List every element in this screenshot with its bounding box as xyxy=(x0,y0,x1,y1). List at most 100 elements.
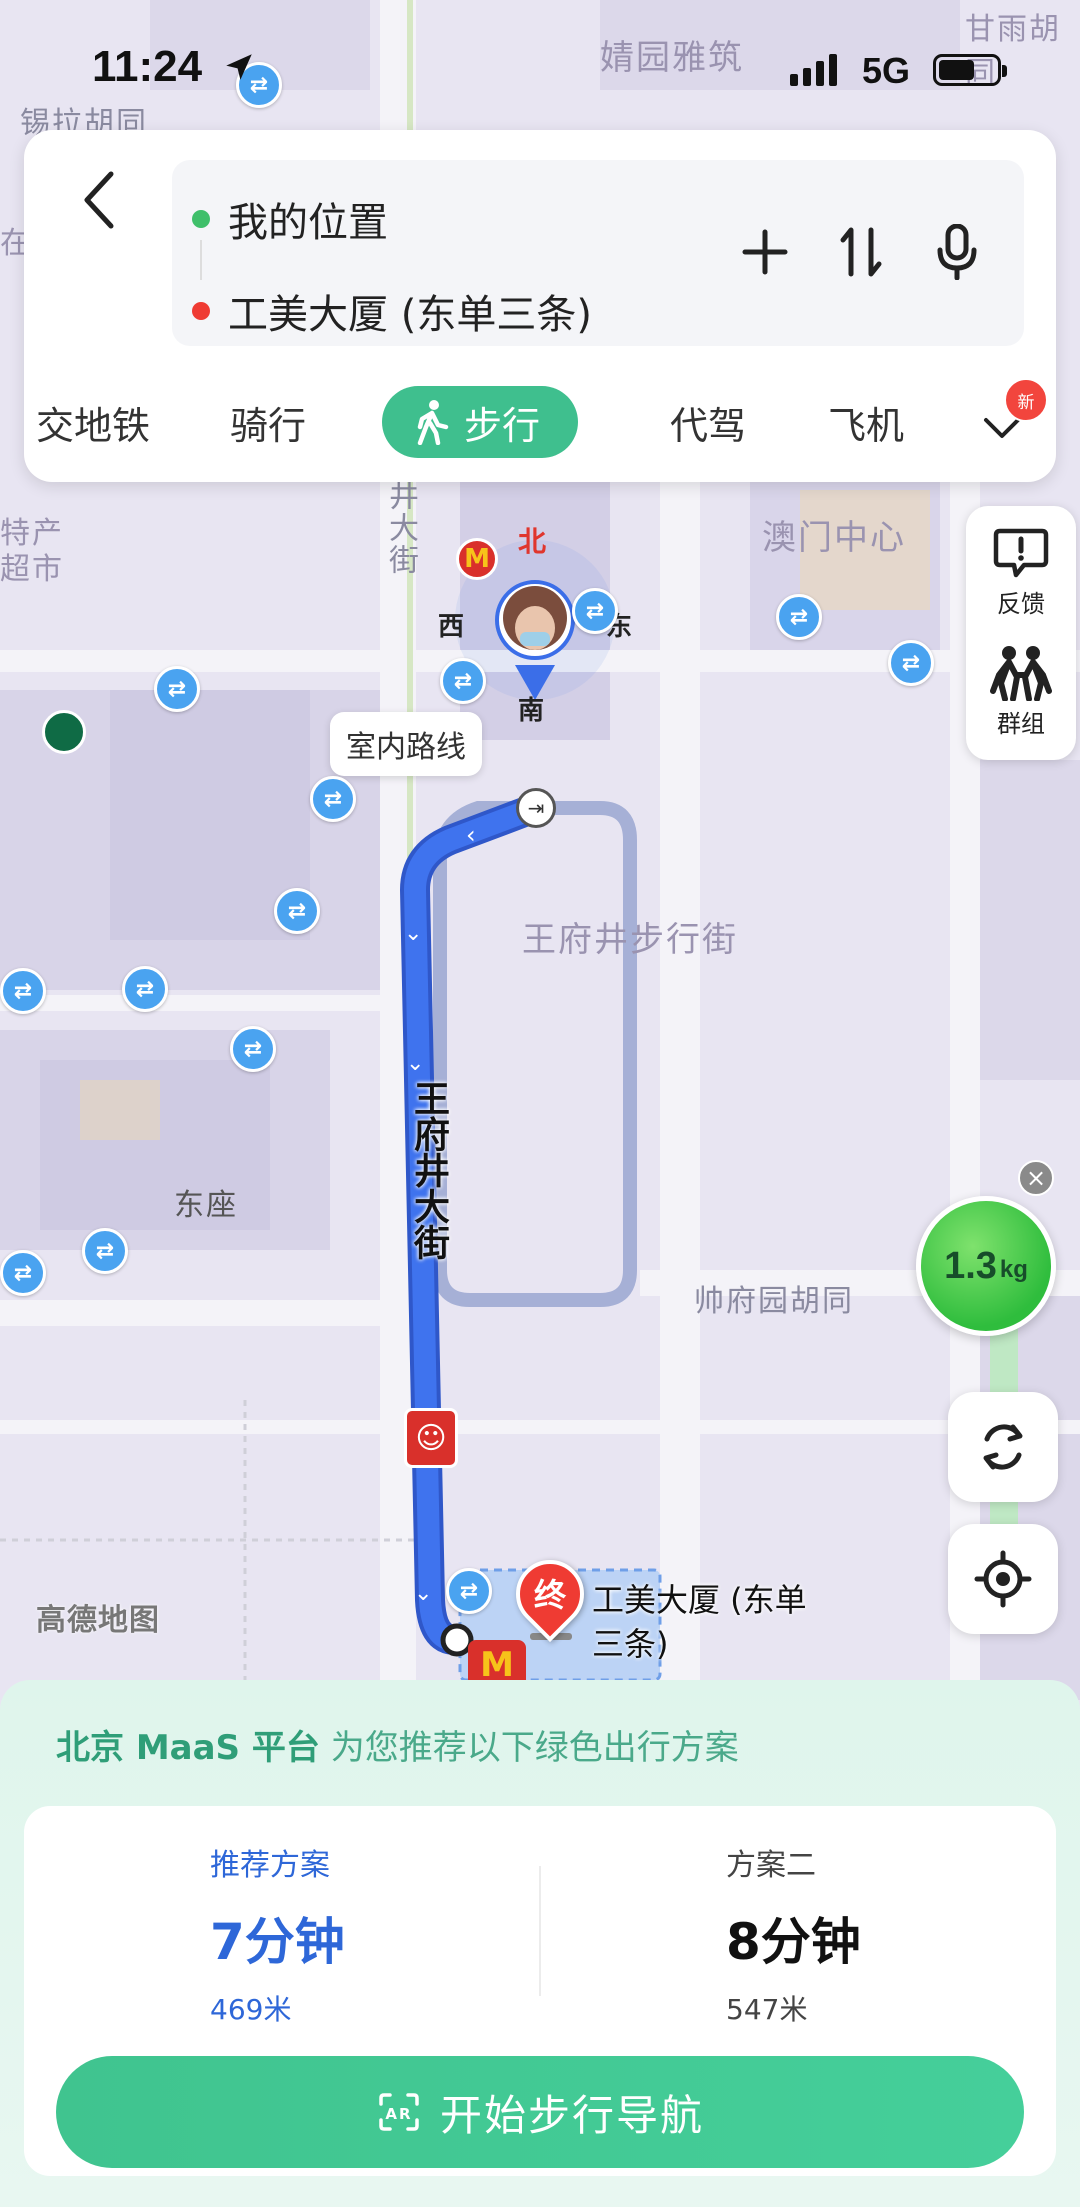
transit-icon[interactable]: ⇄ xyxy=(776,594,822,640)
carbon-saving-badge[interactable]: 1.3 kg xyxy=(916,1196,1056,1336)
transit-icon[interactable]: ⇄ xyxy=(230,1026,276,1072)
transit-icon[interactable]: ⇄ xyxy=(446,1568,492,1614)
carbon-close-button[interactable]: × xyxy=(1018,1160,1054,1196)
transit-icon[interactable]: ⇄ xyxy=(274,888,320,934)
back-button[interactable] xyxy=(64,160,134,240)
destination-map-label: 工美大厦 (东单三条) xyxy=(592,1581,807,1663)
route-inputs: 我的位置 工美大厦 (东单三条) xyxy=(172,160,1024,346)
transit-icon[interactable]: ⇄ xyxy=(310,776,356,822)
transit-icon[interactable]: ⇄ xyxy=(572,588,618,634)
status-bar: 11:24 5G xyxy=(0,0,1080,130)
map-label-dongzuo: 东座 xyxy=(174,1188,238,1223)
locate-me-button[interactable] xyxy=(948,1524,1058,1634)
walking-icon xyxy=(417,400,449,445)
feedback-icon xyxy=(993,528,1049,578)
map-brand-logo: 高德地图 xyxy=(36,1603,160,1638)
maas-text: 为您推荐以下绿色出行方案 xyxy=(330,1728,739,1768)
group-button[interactable]: 群组 xyxy=(966,642,1076,739)
tab-cycling[interactable]: 骑行 xyxy=(230,386,306,458)
map-side-tools: 反馈 群组 xyxy=(966,506,1076,760)
map-label-macau-center: 澳门中心 xyxy=(762,518,906,558)
maas-brand: 北京 MaaS 平台 xyxy=(56,1728,320,1768)
plan-divider xyxy=(539,1866,541,1996)
microphone-icon xyxy=(937,224,977,280)
svg-text:AR: AR xyxy=(385,2105,412,2123)
signal-icon xyxy=(790,52,837,86)
maas-banner[interactable]: 北京 MaaS 平台 为您推荐以下绿色出行方案 xyxy=(56,1720,739,1769)
travel-mode-tabs: 交地铁 骑行 步行 代驾 飞机 新 xyxy=(24,376,1056,466)
indoor-route-tag[interactable]: 室内路线 xyxy=(330,712,482,776)
transit-icon[interactable]: ⇄ xyxy=(0,1250,46,1296)
tab-walking-label: 步行 xyxy=(464,403,541,448)
location-arrow-icon xyxy=(226,54,252,80)
transit-icon[interactable]: ⇄ xyxy=(122,966,168,1012)
status-time: 11:24 xyxy=(92,42,203,91)
carbon-unit: kg xyxy=(999,1256,1028,1283)
mcdonalds-icon[interactable]: M xyxy=(456,538,498,580)
indoor-entrance-icon: ⇥ xyxy=(516,788,556,828)
kfc-icon[interactable]: ☺ xyxy=(404,1408,458,1468)
group-icon xyxy=(990,646,1052,701)
starbucks-icon[interactable] xyxy=(42,710,86,754)
compass-south: 南 xyxy=(518,696,545,726)
refresh-route-button[interactable] xyxy=(948,1392,1058,1502)
destination-text: 工美大厦 (东单三条) xyxy=(228,292,592,338)
route-connector xyxy=(200,240,202,280)
origin-dot-icon xyxy=(192,210,210,228)
route-search-card: 我的位置 工美大厦 (东单三条) 交地铁 骑行 步行 代驾 飞机 新 xyxy=(24,130,1056,482)
plus-icon xyxy=(742,229,788,275)
svg-text:⌄: ⌄ xyxy=(406,1051,424,1076)
plan-name: 方案二 xyxy=(726,1848,816,1883)
route-actions xyxy=(738,222,984,282)
svg-text:⌄: ⌄ xyxy=(404,921,422,946)
network-type: 5G xyxy=(862,50,911,91)
plan-duration: 8分钟 xyxy=(726,1913,861,1971)
group-label: 群组 xyxy=(997,710,1045,738)
origin-text: 我的位置 xyxy=(228,200,388,246)
compass-west: 西 xyxy=(438,612,465,642)
map-label-edge-3: 超市 xyxy=(0,552,64,587)
locate-icon xyxy=(974,1550,1032,1608)
carbon-value: 1.3 xyxy=(944,1244,997,1287)
tab-walking[interactable]: 步行 xyxy=(382,386,579,458)
compass-north: 北 xyxy=(518,525,547,558)
add-stop-button[interactable] xyxy=(738,222,792,282)
swap-icon xyxy=(840,227,882,277)
map-label-pedestrian-street: 王府井步行街 xyxy=(522,920,738,960)
feedback-label: 反馈 xyxy=(997,590,1045,618)
origin-field[interactable]: 我的位置 xyxy=(192,190,388,248)
transit-icon[interactable]: ⇄ xyxy=(0,968,46,1014)
plan-option-recommended[interactable]: 推荐方案 7分钟 469米 xyxy=(210,1840,345,2028)
feedback-button[interactable]: 反馈 xyxy=(966,522,1076,619)
tab-designated-driver[interactable]: 代驾 xyxy=(670,386,746,458)
transit-icon[interactable]: ⇄ xyxy=(82,1228,128,1274)
ar-icon: AR xyxy=(376,2091,422,2133)
transit-icon[interactable]: ⇄ xyxy=(154,666,200,712)
transit-icon[interactable]: ⇄ xyxy=(440,658,486,704)
plan-distance: 547米 xyxy=(726,1993,808,2026)
start-button-label: 开始步行导航 xyxy=(439,2090,704,2140)
route-plan-panel: 北京 MaaS 平台 为您推荐以下绿色出行方案 推荐方案 7分钟 469米 方案… xyxy=(0,1680,1080,2207)
more-modes-button[interactable]: 新 xyxy=(974,378,1048,456)
voice-button[interactable] xyxy=(930,222,984,282)
swap-button[interactable] xyxy=(834,222,888,282)
new-badge: 新 xyxy=(1004,378,1048,422)
transit-icon[interactable]: ⇄ xyxy=(888,640,934,686)
route-street-label: 王府井大街 xyxy=(408,1080,449,1260)
plan-option-2[interactable]: 方案二 8分钟 547米 xyxy=(726,1840,861,2028)
map-label-wangfujing-top: 井大街 xyxy=(383,480,418,576)
battery-icon xyxy=(933,54,1007,86)
destination-pin-label: 终 xyxy=(533,1576,566,1614)
start-walking-navigation-button[interactable]: AR 开始步行导航 xyxy=(56,2056,1024,2168)
destination-field[interactable]: 工美大厦 (东单三条) xyxy=(192,282,592,340)
back-arrow-icon xyxy=(84,171,114,229)
tab-subway[interactable]: 交地铁 xyxy=(36,386,150,458)
map-label-shuaifu: 帅府园胡同 xyxy=(694,1284,854,1319)
svg-text:‹: ‹ xyxy=(466,821,476,849)
tab-flight[interactable]: 飞机 xyxy=(828,386,904,458)
plan-distance: 469米 xyxy=(210,1993,292,2026)
svg-text:⌄: ⌄ xyxy=(414,1581,432,1606)
refresh-icon xyxy=(983,1424,1023,1470)
plan-name: 推荐方案 xyxy=(210,1848,330,1883)
plan-list: 推荐方案 7分钟 469米 方案二 8分钟 547米 AR 开始步行导航 xyxy=(24,1806,1056,2176)
